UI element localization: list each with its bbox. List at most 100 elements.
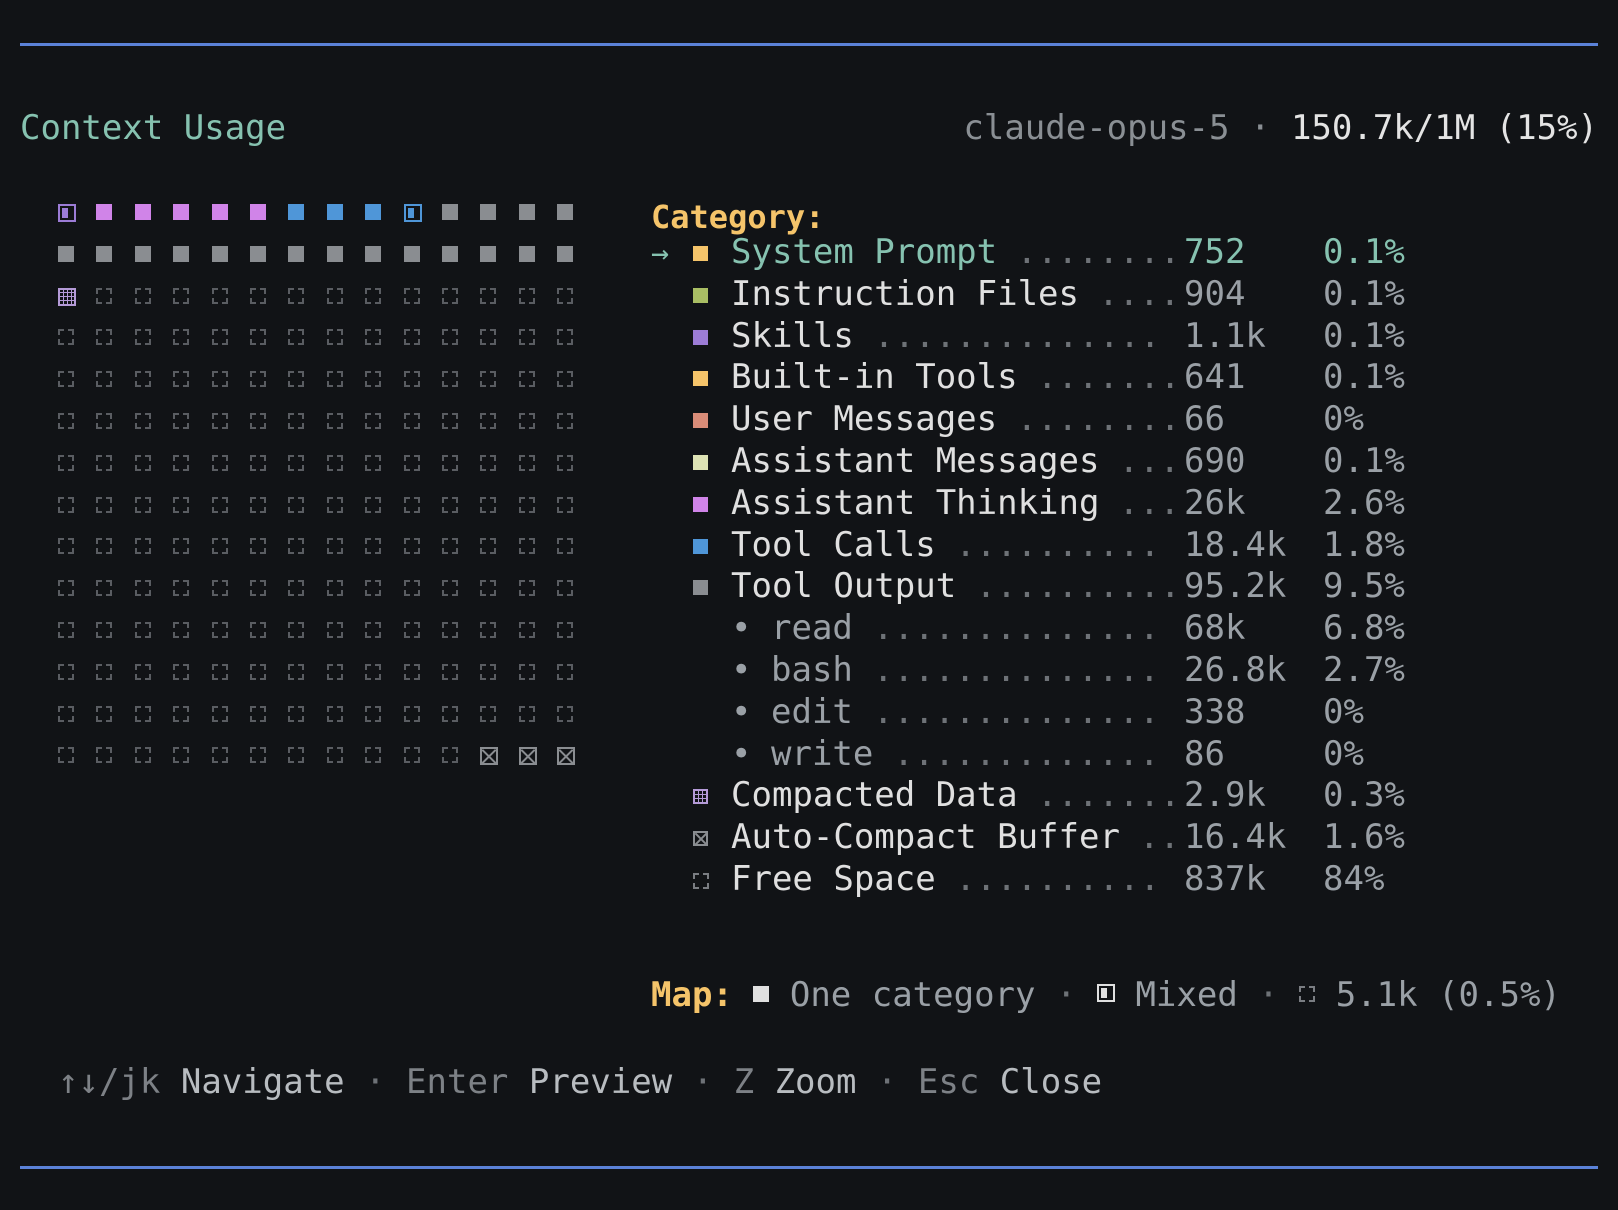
free-cell-icon <box>326 663 343 680</box>
tool-output-cell-icon <box>403 245 420 262</box>
free-cell-icon <box>288 622 305 638</box>
mixed-cell-icon <box>403 204 422 222</box>
category-percent: 0.1% <box>1323 273 1405 314</box>
help-action: Close <box>999 1062 1103 1102</box>
free-cell-icon <box>557 538 574 555</box>
free-cell-icon <box>58 622 74 638</box>
free-cell-icon <box>518 287 535 304</box>
free-cell-icon <box>288 413 305 429</box>
free-cell-icon <box>480 538 497 555</box>
tool-calls-cell-icon <box>326 204 343 220</box>
tool-output-cell-icon <box>365 245 382 262</box>
free-cell-icon <box>211 622 228 638</box>
free-cell-icon <box>480 371 497 388</box>
free-cell-icon <box>134 663 151 680</box>
category-header: Category: <box>651 198 825 236</box>
free-cell-icon <box>480 413 497 429</box>
free-cell-icon <box>365 705 382 722</box>
free-cell-icon <box>134 496 151 513</box>
category-name: Skills <box>731 315 854 356</box>
free-cell-icon <box>403 454 420 471</box>
tool-calls-cell-icon <box>288 204 305 220</box>
tool-output-cell-icon <box>557 245 574 262</box>
free-cell-icon <box>288 454 305 471</box>
free-cell-icon <box>557 622 574 638</box>
category-swatch-icon <box>693 287 708 303</box>
free-cell-icon <box>326 538 343 555</box>
top-border <box>20 43 1598 46</box>
category-tokens: 338 <box>1184 691 1246 732</box>
free-cell-icon <box>557 329 574 346</box>
free-cell-icon <box>403 663 420 680</box>
buffer-cell-icon <box>557 747 576 766</box>
free-cell-icon <box>173 454 190 471</box>
free-cell-icon <box>403 705 420 722</box>
free-cell-icon <box>58 538 74 555</box>
free-cell-icon <box>326 287 343 304</box>
category-name: edit <box>771 691 853 732</box>
free-cell-icon <box>557 705 574 722</box>
help-separator: · <box>344 1062 407 1102</box>
tool-output-cell-icon <box>557 204 574 220</box>
buffer-swatch-icon <box>693 831 708 847</box>
category-tokens: 18.4k <box>1184 524 1287 565</box>
free-cell-icon <box>403 747 420 764</box>
help-key: Z <box>733 1062 755 1102</box>
category-percent: 0.1% <box>1323 315 1405 356</box>
free-cell-icon <box>58 371 74 388</box>
tool-output-cell-icon <box>442 204 458 220</box>
free-cell-icon <box>288 329 305 346</box>
leader-dots: .. <box>1139 817 1180 858</box>
free-cell-icon <box>288 371 305 388</box>
help-action: Zoom <box>774 1062 857 1102</box>
category-tokens: 904 <box>1184 273 1246 314</box>
free-cell-icon <box>480 580 497 597</box>
leader-dots: .............. <box>873 608 1160 649</box>
free-cell-icon <box>480 496 497 513</box>
free-cell-icon <box>173 663 190 680</box>
category-percent: 2.7% <box>1323 650 1405 690</box>
help-separator: · <box>856 1062 918 1102</box>
panel-title: Context Usage <box>20 108 287 148</box>
thinking-cell-icon <box>134 204 151 220</box>
tool-output-cell-icon <box>442 245 458 262</box>
leader-dots: .............. <box>873 650 1160 690</box>
category-swatch-icon <box>693 246 708 261</box>
free-cell-icon <box>173 580 190 597</box>
free-cell-icon <box>96 747 113 764</box>
help-action: Preview <box>528 1062 673 1102</box>
category-tokens: 837k <box>1184 859 1266 899</box>
free-cell-icon <box>480 705 497 722</box>
free-cell-icon <box>58 705 74 722</box>
free-cell-icon <box>134 580 151 597</box>
free-cell-icon <box>58 747 74 764</box>
category-percent: 0% <box>1323 691 1364 732</box>
compacted-cell-icon <box>58 287 76 306</box>
bullet-icon: • <box>731 608 752 649</box>
free-cell-icon <box>96 580 113 597</box>
free-cell-icon <box>288 747 305 764</box>
free-cell-icon <box>288 287 305 304</box>
keyboard-help: ↑↓/jk Navigate · Enter Preview · Z Zoom … <box>58 1062 1102 1102</box>
free-cell-icon <box>96 329 113 346</box>
category-tokens: 66 <box>1184 399 1225 440</box>
free-cell-icon <box>58 663 74 680</box>
legend-mixed: Mixed <box>1135 975 1238 1015</box>
free-cell-icon <box>211 329 228 346</box>
free-cell-icon <box>211 287 228 304</box>
free-cell-icon <box>365 663 382 680</box>
free-cell-icon <box>403 329 420 346</box>
free-cell-icon <box>403 580 420 597</box>
free-cell-icon <box>211 580 228 597</box>
bullet-icon: • <box>731 733 752 774</box>
tool-output-cell-icon <box>480 204 497 220</box>
free-cell-icon <box>250 538 266 555</box>
category-swatch-icon <box>693 371 708 387</box>
free-cell-icon <box>58 580 74 597</box>
category-swatch-icon <box>693 455 708 470</box>
category-name: Compacted Data <box>731 775 1018 816</box>
free-cell-icon <box>96 538 113 555</box>
leader-dots: ....... <box>1037 357 1181 398</box>
legend-separator: · <box>1055 975 1077 1015</box>
model-name: claude-opus-5 <box>963 108 1230 148</box>
